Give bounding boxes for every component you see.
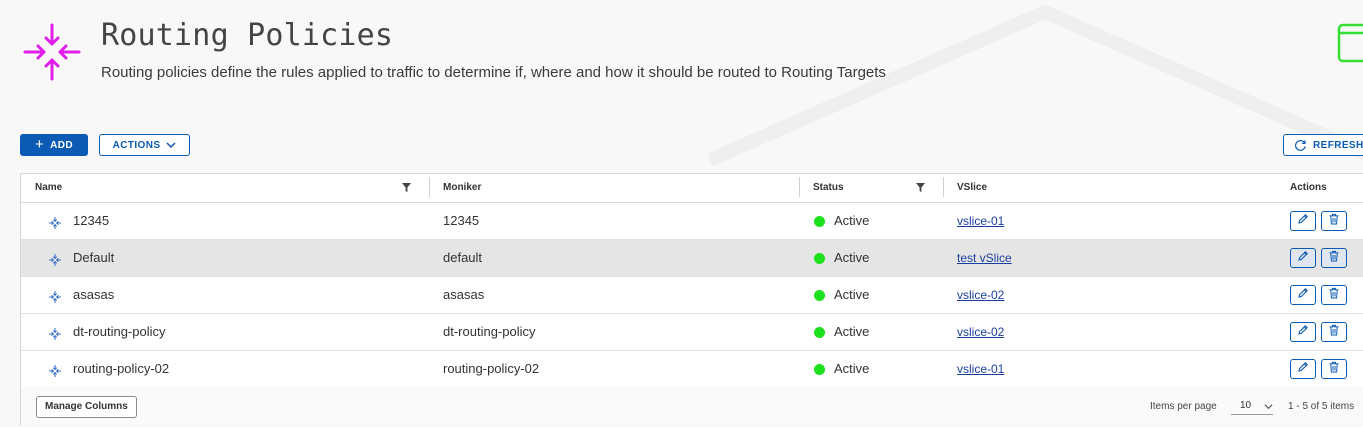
- cell-moniker: dt-routing-policy: [443, 324, 536, 339]
- page-description: Routing policies define the rules applie…: [101, 64, 886, 81]
- routing-policy-icon: [48, 216, 62, 230]
- cell-name: Default: [73, 250, 115, 265]
- refresh-icon: [1294, 139, 1306, 151]
- cell-status: Active: [834, 213, 870, 228]
- table-row[interactable]: dt-routing-policy dt-routing-policy Active…: [21, 314, 1363, 351]
- column-divider[interactable]: [943, 177, 944, 197]
- trash-icon: [1328, 323, 1340, 341]
- column-header-moniker[interactable]: Moniker: [443, 174, 481, 202]
- items-per-page-select[interactable]: 10: [1231, 397, 1273, 415]
- window-icon: [1337, 23, 1363, 63]
- trash-icon: [1328, 360, 1340, 378]
- column-header-actions: Actions: [1290, 182, 1327, 193]
- cell-moniker: default: [443, 250, 483, 265]
- actions-button-label: ACTIONS: [112, 139, 161, 151]
- column-header-name[interactable]: Name: [35, 174, 62, 202]
- cell-moniker: asasas: [443, 287, 485, 302]
- status-indicator-icon: [814, 327, 825, 338]
- delete-button[interactable]: [1321, 322, 1347, 342]
- column-divider[interactable]: [799, 177, 800, 197]
- pencil-icon: [1297, 360, 1309, 378]
- filter-icon[interactable]: [402, 183, 411, 192]
- edit-button[interactable]: [1290, 322, 1316, 342]
- column-divider[interactable]: [429, 177, 430, 197]
- table-header: Name Moniker Status VSlice Actions: [21, 174, 1363, 203]
- cell-status: Active: [834, 250, 870, 265]
- add-button[interactable]: + ADD: [20, 134, 88, 156]
- pencil-icon: [1297, 323, 1309, 341]
- delete-button[interactable]: [1321, 248, 1347, 268]
- refresh-button[interactable]: REFRESH: [1283, 134, 1363, 156]
- status-indicator-icon: [814, 364, 825, 375]
- status-indicator-icon: [814, 290, 825, 301]
- manage-columns-button[interactable]: Manage Columns: [36, 396, 137, 418]
- routing-policies-table: Name Moniker Status VSlice Actions 12345…: [20, 173, 1363, 426]
- edit-button[interactable]: [1290, 285, 1316, 305]
- cell-status: Active: [834, 361, 870, 376]
- routing-policy-icon: [48, 290, 62, 304]
- vslice-link[interactable]: test vSlice: [957, 251, 1012, 265]
- column-header-vslice[interactable]: VSlice: [957, 174, 987, 202]
- edit-button[interactable]: [1290, 248, 1316, 268]
- table-footer: Manage Columns Items per page 10 1 - 5 o…: [21, 387, 1363, 426]
- table-row[interactable]: routing-policy-02 routing-policy-02 Active…: [21, 351, 1363, 388]
- trash-icon: [1328, 249, 1340, 267]
- status-indicator-icon: [814, 216, 825, 227]
- vslice-link[interactable]: vslice-02: [957, 288, 1004, 302]
- pencil-icon: [1297, 286, 1309, 304]
- items-per-page-value: 10: [1240, 400, 1252, 411]
- status-indicator-icon: [814, 253, 825, 264]
- cell-name: routing-policy-02: [73, 361, 170, 376]
- trash-icon: [1328, 212, 1340, 230]
- pagination-range: 1 - 5 of 5 items: [1288, 401, 1355, 412]
- edit-button[interactable]: [1290, 359, 1316, 379]
- add-button-label: ADD: [50, 139, 74, 151]
- edit-button[interactable]: [1290, 211, 1316, 231]
- column-header-status[interactable]: Status: [813, 174, 844, 202]
- chevron-down-icon: [1264, 404, 1273, 410]
- page-title: Routing Policies: [101, 18, 394, 53]
- cell-name: 12345: [73, 213, 110, 228]
- table-row[interactable]: Default default Active test vSlice: [21, 240, 1363, 277]
- items-per-page-label: Items per page: [1150, 401, 1217, 412]
- vslice-link[interactable]: vslice-01: [957, 214, 1004, 228]
- chevron-down-icon: [166, 142, 176, 149]
- table-row[interactable]: 12345 12345 Active vslice-01: [21, 203, 1363, 240]
- refresh-button-label: REFRESH: [1313, 139, 1363, 151]
- actions-dropdown-button[interactable]: ACTIONS: [99, 134, 190, 156]
- cell-name: asasas: [73, 287, 115, 302]
- pencil-icon: [1297, 212, 1309, 230]
- delete-button[interactable]: [1321, 359, 1347, 379]
- cell-name: dt-routing-policy: [73, 324, 166, 339]
- trash-icon: [1328, 286, 1340, 304]
- table-row[interactable]: asasas asasas Active vslice-02: [21, 277, 1363, 314]
- pencil-icon: [1297, 249, 1309, 267]
- cell-status: Active: [834, 287, 870, 302]
- plus-icon: +: [34, 136, 45, 153]
- delete-button[interactable]: [1321, 285, 1347, 305]
- filter-icon[interactable]: [916, 183, 925, 192]
- routing-policy-icon: [48, 327, 62, 341]
- cell-moniker: routing-policy-02: [443, 361, 540, 376]
- vslice-link[interactable]: vslice-02: [957, 325, 1004, 339]
- vslice-link[interactable]: vslice-01: [957, 362, 1004, 376]
- routing-policy-icon: [23, 23, 81, 81]
- delete-button[interactable]: [1321, 211, 1347, 231]
- cell-status: Active: [834, 324, 870, 339]
- cell-moniker: 12345: [443, 213, 480, 228]
- routing-policy-icon: [48, 364, 62, 378]
- routing-policy-icon: [48, 253, 62, 267]
